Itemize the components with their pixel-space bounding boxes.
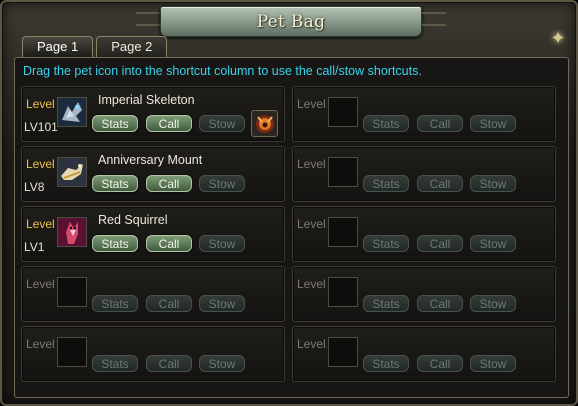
- call-button[interactable]: Call: [146, 295, 192, 312]
- pet-slot: Level LV1 Red Squirrel Stats Call Stow: [21, 206, 285, 262]
- empty-pet-icon[interactable]: [328, 157, 358, 187]
- pet-slot: Level Stats Call Stow: [292, 266, 556, 322]
- stats-button[interactable]: Stats: [363, 175, 409, 192]
- stow-button[interactable]: Stow: [199, 355, 245, 372]
- pet-slot: Level Stats Call Stow: [21, 326, 285, 382]
- stow-button[interactable]: Stow: [470, 115, 516, 132]
- stow-button[interactable]: Stow: [199, 175, 245, 192]
- call-button[interactable]: Call: [417, 295, 463, 312]
- call-button[interactable]: Call: [417, 175, 463, 192]
- level-label: Level: [297, 157, 326, 171]
- stats-button[interactable]: Stats: [92, 295, 138, 312]
- window-title: Pet Bag: [256, 11, 326, 32]
- call-button[interactable]: Call: [146, 115, 192, 132]
- empty-pet-icon[interactable]: [328, 217, 358, 247]
- stats-button[interactable]: Stats: [92, 175, 138, 192]
- pet-name: Anniversary Mount: [98, 153, 203, 167]
- red-squirrel-pet-icon[interactable]: [57, 217, 87, 247]
- pet-shortcut-icon[interactable]: [251, 110, 278, 137]
- stats-button[interactable]: Stats: [363, 115, 409, 132]
- stats-button[interactable]: Stats: [92, 235, 138, 252]
- page-tabs: Page 1 Page 2: [22, 36, 168, 57]
- pet-slot: Level Stats Call Stow: [292, 206, 556, 262]
- anniversary-mount-pet-icon[interactable]: [57, 157, 87, 187]
- stats-button[interactable]: Stats: [92, 355, 138, 372]
- stow-button[interactable]: Stow: [470, 235, 516, 252]
- pet-slot: Level LV8 Anniversary Mount Stats Call S…: [21, 146, 285, 202]
- level-label: Level: [26, 157, 55, 171]
- empty-pet-icon[interactable]: [328, 97, 358, 127]
- pet-name: Red Squirrel: [98, 213, 168, 227]
- pet-list-panel: Drag the pet icon into the shortcut colu…: [14, 57, 569, 398]
- pet-slot: Level Stats Call Stow: [21, 266, 285, 322]
- call-button[interactable]: Call: [417, 235, 463, 252]
- level-label: Level: [297, 97, 326, 111]
- stow-button[interactable]: Stow: [199, 295, 245, 312]
- stow-button[interactable]: Stow: [199, 115, 245, 132]
- empty-pet-icon[interactable]: [328, 277, 358, 307]
- empty-pet-icon[interactable]: [57, 337, 87, 367]
- level-label: Level: [297, 337, 326, 351]
- pet-name: Imperial Skeleton: [98, 93, 195, 107]
- level-label: Level: [26, 277, 55, 291]
- pet-slot: Level Stats Call Stow: [292, 146, 556, 202]
- stats-button[interactable]: Stats: [92, 115, 138, 132]
- title-plate[interactable]: Pet Bag: [160, 6, 422, 37]
- imperial-skeleton-pet-icon[interactable]: [57, 97, 87, 127]
- close-icon[interactable]: ✦: [546, 26, 570, 50]
- level-value: LV8: [24, 180, 45, 194]
- tab-page-1[interactable]: Page 1: [22, 36, 94, 57]
- empty-pet-icon[interactable]: [57, 277, 87, 307]
- stow-button[interactable]: Stow: [470, 355, 516, 372]
- stats-button[interactable]: Stats: [363, 235, 409, 252]
- pet-bag-window: Pet Bag ✦ Page 1 Page 2 Drag the pet ico…: [0, 0, 578, 406]
- call-button[interactable]: Call: [417, 355, 463, 372]
- stow-button[interactable]: Stow: [199, 235, 245, 252]
- title-ornament-left: [136, 12, 160, 26]
- level-label: Level: [26, 217, 55, 231]
- level-label: Level: [297, 217, 326, 231]
- pet-slot: Level Stats Call Stow: [292, 86, 556, 142]
- tab-page-2[interactable]: Page 2: [96, 36, 168, 57]
- level-label: Level: [26, 337, 55, 351]
- pet-slot: Level LV101 Imperial Skeleton Stats Call…: [21, 86, 285, 142]
- stats-button[interactable]: Stats: [363, 295, 409, 312]
- stow-button[interactable]: Stow: [470, 295, 516, 312]
- level-value: LV1: [24, 240, 45, 254]
- pet-slot: Level Stats Call Stow: [292, 326, 556, 382]
- title-ornament-right: [422, 12, 446, 26]
- call-button[interactable]: Call: [146, 175, 192, 192]
- level-label: Level: [297, 277, 326, 291]
- instruction-text: Drag the pet icon into the shortcut colu…: [23, 64, 422, 78]
- call-button[interactable]: Call: [146, 235, 192, 252]
- empty-pet-icon[interactable]: [328, 337, 358, 367]
- call-button[interactable]: Call: [417, 115, 463, 132]
- level-value: LV101: [24, 120, 58, 134]
- level-label: Level: [26, 97, 55, 111]
- stow-button[interactable]: Stow: [470, 175, 516, 192]
- call-button[interactable]: Call: [146, 355, 192, 372]
- stats-button[interactable]: Stats: [363, 355, 409, 372]
